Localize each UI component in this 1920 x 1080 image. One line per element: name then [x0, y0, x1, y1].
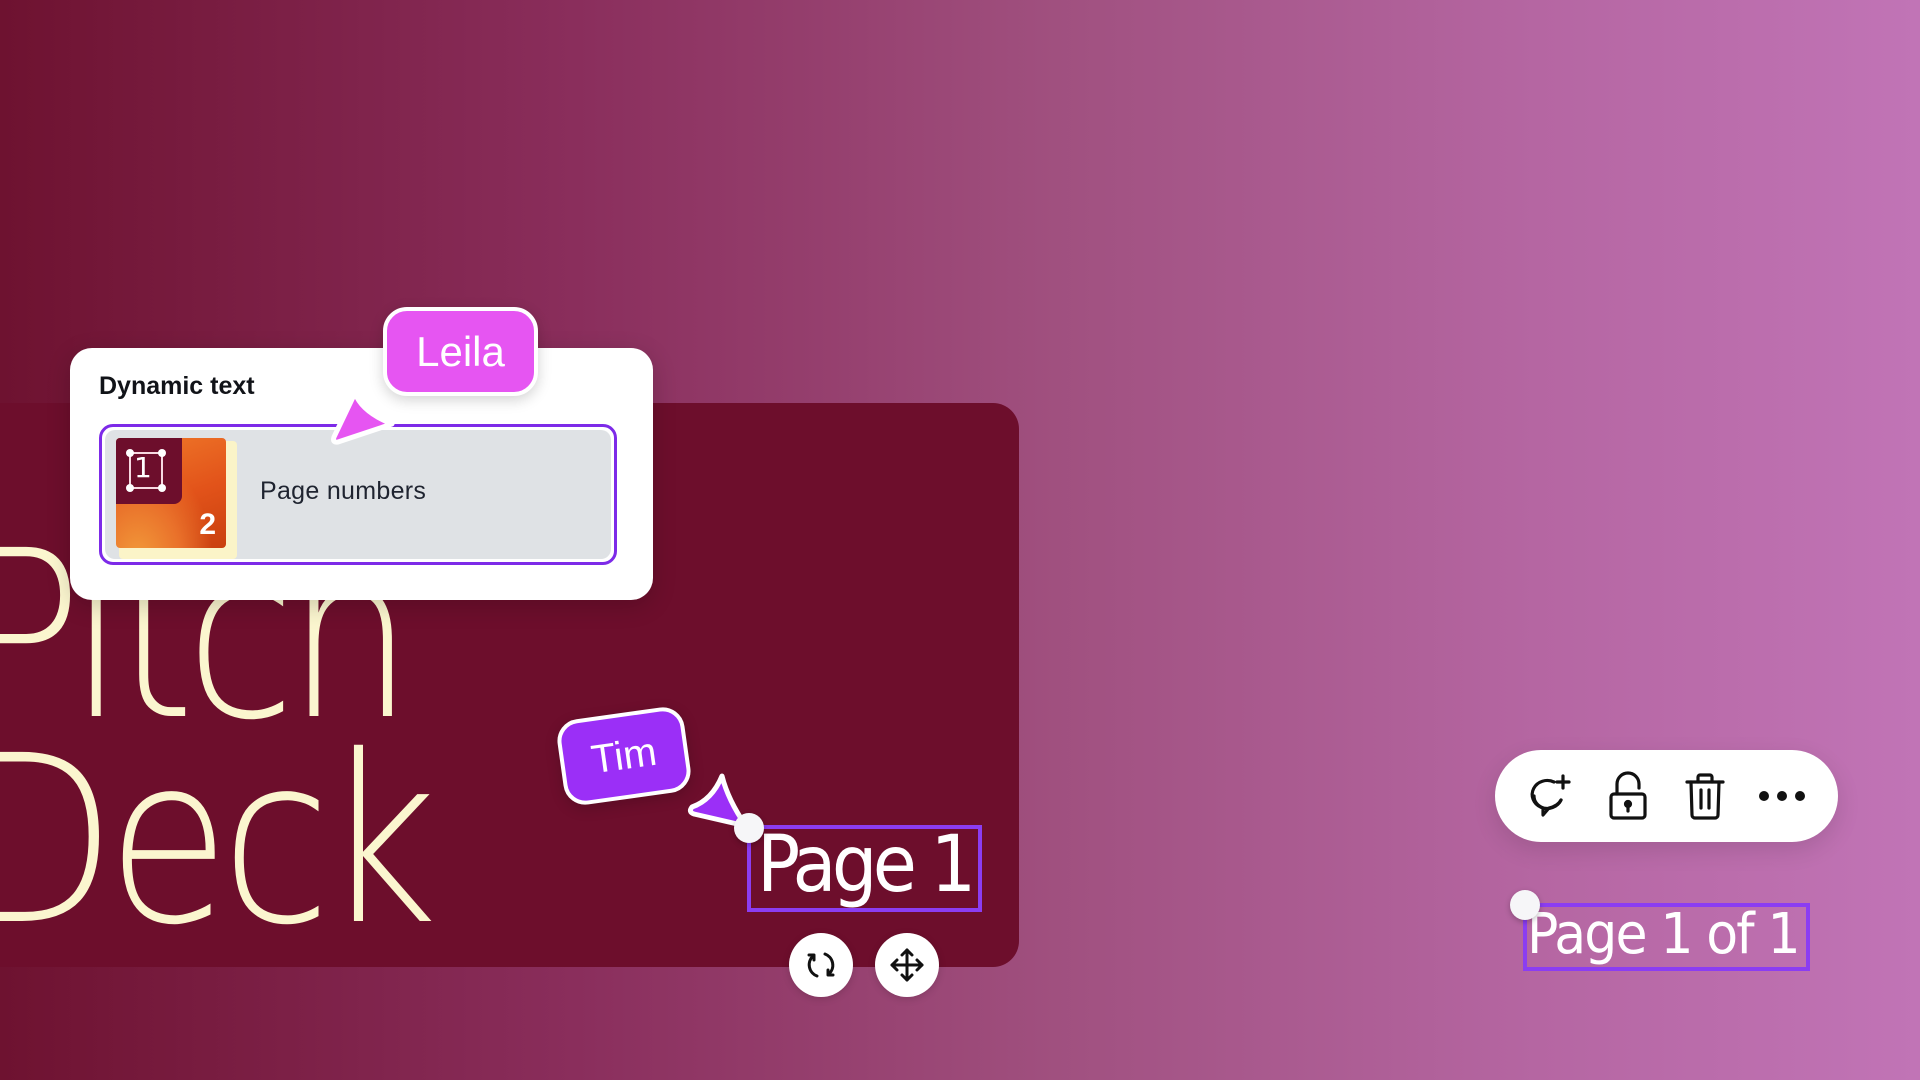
- more-options-button[interactable]: [1752, 766, 1812, 826]
- dynamic-text-panel: Dynamic text 1 2 Page numbers: [70, 348, 653, 600]
- page-numbers-thumbnail: 1 2: [116, 438, 226, 548]
- thumbnail-number-1: 1: [134, 451, 152, 484]
- page-of-resize-handle[interactable]: [1510, 890, 1540, 920]
- page-numbers-label: Page numbers: [260, 477, 427, 505]
- rotate-icon: [807, 952, 835, 978]
- page-numbers-option-background: 1 2 Page numbers: [105, 430, 611, 559]
- collaborator-label-tim: Tim: [554, 704, 694, 808]
- trash-icon: [1685, 773, 1725, 820]
- panel-title: Dynamic text: [99, 372, 255, 400]
- move-icon: [890, 948, 924, 982]
- tim-cursor-icon: [687, 773, 749, 829]
- title-line-deck[interactable]: Deck: [0, 725, 438, 957]
- element-toolbar: [1495, 750, 1838, 842]
- page-of-selection-box[interactable]: [1523, 903, 1810, 971]
- thumbnail-number-2: 2: [199, 508, 216, 541]
- resize-handle[interactable]: [734, 813, 764, 843]
- unlock-icon: [1609, 771, 1647, 820]
- add-comment-button[interactable]: [1521, 766, 1581, 826]
- page-number-selection-box[interactable]: [747, 825, 982, 912]
- more-icon: [1758, 791, 1805, 801]
- delete-button[interactable]: [1675, 766, 1735, 826]
- add-comment-icon: [1531, 774, 1571, 817]
- unlock-button[interactable]: [1598, 766, 1658, 826]
- page-numbers-option[interactable]: 1 2 Page numbers: [99, 424, 617, 565]
- move-button[interactable]: [875, 933, 939, 997]
- thumbnail-page-1: 1: [116, 438, 182, 504]
- rotate-button[interactable]: [789, 933, 853, 997]
- collaborator-label-leila: Leila: [383, 307, 538, 396]
